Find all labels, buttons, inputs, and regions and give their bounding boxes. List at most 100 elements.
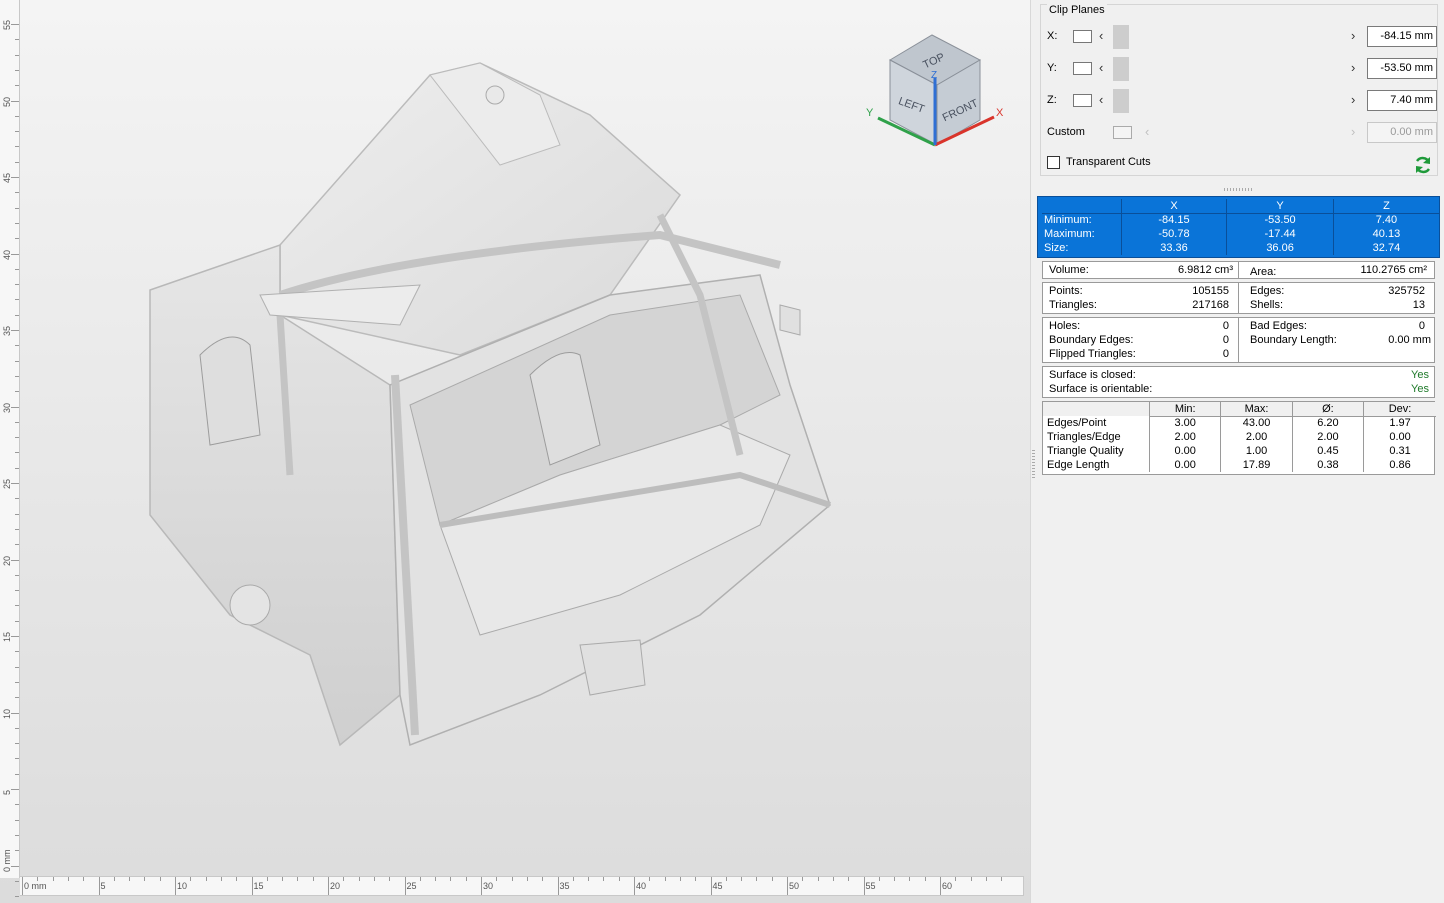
clip-y-value[interactable]: -53.50 mm <box>1367 58 1437 79</box>
flipped-triangles-label: Flipped Triangles: <box>1049 348 1136 360</box>
vertical-ruler-label: 0 mm <box>2 849 12 872</box>
axis-z-label: Z <box>931 70 937 81</box>
clip-x-value[interactable]: -84.15 mm <box>1367 26 1437 47</box>
chevron-right-icon[interactable]: › <box>1351 28 1355 43</box>
vertical-ruler-label: 5 <box>2 789 12 795</box>
clip-z-toggle[interactable] <box>1073 94 1092 107</box>
bad-edges-label: Bad Edges: <box>1250 320 1307 332</box>
clip-row-x: X: ‹ › -84.15 mm <box>1041 23 1439 51</box>
chevron-left-icon[interactable]: ‹ <box>1099 28 1103 43</box>
boundary-length-value: 0.00 mm <box>1388 334 1431 346</box>
clip-row-y: Y: ‹ › -53.50 mm <box>1041 55 1439 83</box>
stats-row-edge-length: Edge Length 0.00 17.89 0.38 0.86 <box>1043 458 1436 472</box>
chevron-right-icon[interactable]: › <box>1351 92 1355 107</box>
flipped-triangles-value: 0 <box>1222 348 1229 360</box>
horizontal-ruler-label: 35 <box>559 881 570 891</box>
stats-header-dev: Dev: <box>1363 402 1436 417</box>
horizontal-ruler-label: 40 <box>636 881 647 891</box>
splitter-grip[interactable] <box>1032 450 1035 480</box>
volume-area-box: Volume: 6.9812 cm³ Area: 110.2765 cm² <box>1042 261 1435 279</box>
horizontal-ruler-label: 50 <box>789 881 800 891</box>
mesh-statistics-table: Min: Max: Ø: Dev: Edges/Point 3.00 43.00… <box>1042 401 1436 475</box>
boundary-length-label: Boundary Length: <box>1250 334 1337 346</box>
clip-planes-title: Clip Planes <box>1047 4 1107 16</box>
3d-viewport[interactable]: 55 50 45 40 35 30 25 20 15 10 5 0 mm 0 mm 5 10 15 20 25 3… <box>0 0 1030 903</box>
horizontal-ruler: 0 mm 5 10 15 20 25 30 35 40 45 50 55 60 <box>20 876 1024 896</box>
slider-thumb[interactable] <box>1113 57 1129 81</box>
counts-box: Points: 105155 Triangles: 217168 Edges: … <box>1042 282 1435 314</box>
horizontal-ruler-label: 20 <box>330 881 341 891</box>
triangles-label: Triangles: <box>1049 299 1097 311</box>
clip-custom-value: 0.00 mm <box>1367 122 1437 143</box>
surface-box: Surface is closed: Yes Surface is orient… <box>1042 366 1435 398</box>
stats-header-min: Min: <box>1149 402 1221 417</box>
stats-row-triangles-edge: Triangles/Edge 2.00 2.00 2.00 0.00 <box>1043 430 1436 444</box>
horizontal-ruler-label: 55 <box>865 881 876 891</box>
bbox-row-minimum: Minimum: -84.15 -53.50 7.40 <box>1042 213 1439 227</box>
stats-header-avg: Ø: <box>1291 402 1364 417</box>
edges-value: 325752 <box>1388 285 1425 297</box>
shells-label: Shells: <box>1250 299 1284 311</box>
clip-y-toggle[interactable] <box>1073 62 1092 75</box>
horizontal-ruler-label: 0 mm <box>24 881 47 891</box>
clip-x-toggle[interactable] <box>1073 30 1092 43</box>
view-cube[interactable]: TOP LEFT FRONT Y X Z <box>862 30 1007 155</box>
clip-z-value[interactable]: 7.40 mm <box>1367 90 1437 111</box>
horizontal-ruler-label: 15 <box>253 881 264 891</box>
slider-thumb[interactable] <box>1113 25 1129 49</box>
chevron-right-icon: › <box>1351 124 1356 139</box>
clip-x-label: X: <box>1047 30 1058 42</box>
horizontal-ruler-label: 45 <box>712 881 723 891</box>
axis-x-label: X <box>996 107 1004 119</box>
surface-closed-value: Yes <box>1411 369 1429 381</box>
clip-z-slider[interactable] <box>1113 89 1349 113</box>
points-value: 105155 <box>1192 285 1229 297</box>
horizontal-ruler-label: 30 <box>483 881 494 891</box>
bbox-row-size: Size: 33.36 36.06 32.74 <box>1042 241 1439 255</box>
bbox-header-y: Y <box>1226 199 1334 214</box>
errors-box: Holes: 0 Boundary Edges: 0 Flipped Trian… <box>1042 317 1435 363</box>
transparent-cuts-label: Transparent Cuts <box>1066 156 1151 168</box>
horizontal-ruler-label: 25 <box>406 881 417 891</box>
chevron-right-icon[interactable]: › <box>1351 60 1355 75</box>
area-label: Area: <box>1250 266 1277 278</box>
stats-row-triangle-quality: Triangle Quality 0.00 1.00 0.45 0.31 <box>1043 444 1436 458</box>
shells-value: 13 <box>1412 299 1425 311</box>
bounding-box-table: X Y Z Minimum: -84.15 -53.50 7.40 Maximu… <box>1037 196 1440 258</box>
points-label: Points: <box>1049 285 1083 297</box>
properties-panel: Clip Planes X: ‹ › -84.15 mm Y: ‹ › -53.… <box>1036 0 1444 903</box>
surface-orientable-value: Yes <box>1411 383 1429 395</box>
volume-value: 6.9812 cm³ <box>1177 264 1233 276</box>
triangles-value: 217168 <box>1192 299 1229 311</box>
clip-x-slider[interactable] <box>1113 25 1349 49</box>
clip-y-label: Y: <box>1047 62 1057 74</box>
holes-label: Holes: <box>1049 320 1081 332</box>
edges-label: Edges: <box>1250 285 1285 297</box>
refresh-icon[interactable] <box>1413 155 1433 175</box>
clip-row-custom: Custom ‹ › 0.00 mm <box>1041 119 1439 147</box>
section-grip[interactable] <box>1224 188 1254 191</box>
horizontal-ruler-label: 60 <box>942 881 953 891</box>
bbox-header-z: Z <box>1332 199 1439 214</box>
axis-y-label: Y <box>866 107 874 119</box>
chevron-left-icon[interactable]: ‹ <box>1099 60 1103 75</box>
clip-y-slider[interactable] <box>1113 57 1349 81</box>
bbox-row-maximum: Maximum: -50.78 -17.44 40.13 <box>1042 227 1439 241</box>
clip-z-label: Z: <box>1047 94 1057 106</box>
area-value: 110.2765 cm² <box>1360 264 1427 276</box>
volume-label: Volume: <box>1049 264 1089 276</box>
slider-thumb[interactable] <box>1113 89 1129 113</box>
surface-closed-label: Surface is closed: <box>1049 369 1136 381</box>
vertical-ruler: 55 50 45 40 35 30 25 20 15 10 5 0 mm <box>0 0 20 898</box>
stats-row-edges-point: Edges/Point 3.00 43.00 6.20 1.97 <box>1043 416 1436 430</box>
clip-row-z: Z: ‹ › 7.40 mm <box>1041 87 1439 115</box>
boundary-edges-label: Boundary Edges: <box>1049 334 1134 346</box>
horizontal-ruler-label: 5 <box>100 881 106 891</box>
boundary-edges-value: 0 <box>1222 334 1229 346</box>
horizontal-ruler-label: 10 <box>177 881 188 891</box>
stats-header-max: Max: <box>1220 402 1293 417</box>
transparent-cuts-checkbox[interactable] <box>1047 156 1060 169</box>
chevron-left-icon[interactable]: ‹ <box>1099 92 1103 107</box>
surface-orientable-label: Surface is orientable: <box>1049 383 1153 395</box>
truck-cab-model[interactable] <box>140 55 840 755</box>
